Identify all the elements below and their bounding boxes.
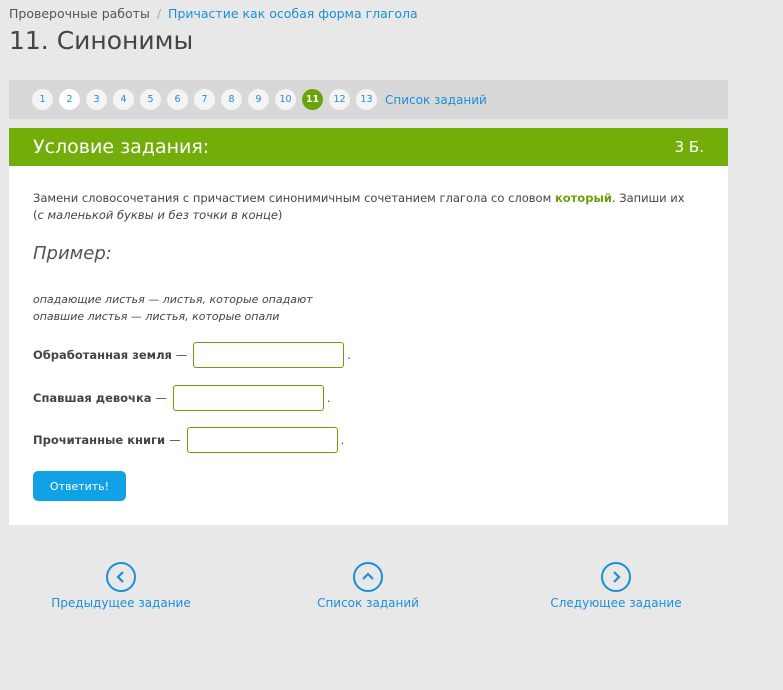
task-pager: 1 2 3 4 5 6 7 8 9 10 11 12 13 Список зад… bbox=[32, 89, 487, 110]
page-3-button[interactable]: 3 bbox=[86, 89, 107, 110]
answer-dash: — bbox=[175, 348, 188, 362]
answer-input-3[interactable] bbox=[186, 427, 338, 453]
page-8-button[interactable]: 8 bbox=[221, 89, 242, 110]
page-title: 11. Синонимы bbox=[9, 26, 194, 55]
example-heading: Пример: bbox=[33, 243, 112, 264]
answer-row: Спавшая девочка — . bbox=[33, 385, 331, 411]
task-card-header: Условие задания: 3 Б. bbox=[9, 128, 728, 166]
next-task-label[interactable]: Следующее задание bbox=[548, 596, 684, 610]
task-text-3: ) bbox=[277, 208, 283, 222]
next-task-nav[interactable]: Следующее задание bbox=[548, 562, 684, 610]
answer-dash: — bbox=[169, 433, 181, 447]
answer-end: . bbox=[340, 433, 345, 447]
answer-dash: — bbox=[155, 391, 168, 405]
answer-label: Прочитанные книги bbox=[33, 433, 166, 447]
page-11-button-active[interactable]: 11 bbox=[302, 89, 323, 110]
task-italic-note: с маленькой буквы и без точки в конце bbox=[37, 208, 278, 222]
page-6-button[interactable]: 6 bbox=[167, 89, 188, 110]
example-line: опадающие листья — листья, которые опада… bbox=[33, 293, 313, 306]
example-block: опадающие листья — листья, которые опада… bbox=[33, 291, 313, 325]
all-tasks-link[interactable]: Список заданий bbox=[385, 93, 487, 107]
breadcrumb-current[interactable]: Причастие как особая форма глагола bbox=[168, 6, 418, 21]
task-text-1: Замени словосочетания с причастием синон… bbox=[33, 191, 555, 205]
answer-label: Обработанная земля bbox=[33, 348, 172, 362]
page-9-button[interactable]: 9 bbox=[248, 89, 269, 110]
page-13-button[interactable]: 13 bbox=[356, 89, 377, 110]
page-5-button[interactable]: 5 bbox=[140, 89, 161, 110]
breadcrumb-separator: / bbox=[156, 6, 162, 21]
task-pager-bar: 1 2 3 4 5 6 7 8 9 10 11 12 13 Список зад… bbox=[9, 80, 728, 119]
breadcrumb-root[interactable]: Проверочные работы bbox=[9, 6, 150, 21]
task-points: 3 Б. bbox=[674, 138, 704, 156]
task-list-label[interactable]: Список заданий bbox=[313, 596, 423, 610]
page-4-button[interactable]: 4 bbox=[113, 89, 134, 110]
task-statement: Замени словосочетания с причастием синон… bbox=[33, 190, 693, 224]
prev-task-nav[interactable]: Предыдущее задание bbox=[48, 562, 194, 610]
page-1-button[interactable]: 1 bbox=[32, 89, 53, 110]
answer-end: . bbox=[327, 391, 331, 405]
task-keyword: который bbox=[554, 191, 612, 205]
chevron-left-icon[interactable] bbox=[106, 562, 136, 592]
answer-row: Прочитанные книги — . bbox=[33, 427, 344, 453]
task-card: Условие задания: 3 Б. Замени словосочета… bbox=[9, 128, 728, 525]
task-list-nav[interactable]: Список заданий bbox=[313, 562, 423, 610]
answer-row: Обработанная земля — . bbox=[33, 342, 351, 368]
prev-task-label[interactable]: Предыдущее задание bbox=[48, 596, 194, 610]
answer-end: . bbox=[347, 348, 352, 362]
answer-input-2[interactable] bbox=[173, 385, 325, 411]
answer-input-1[interactable] bbox=[193, 342, 345, 368]
submit-answer-button[interactable]: Ответить! bbox=[33, 471, 126, 501]
chevron-right-icon[interactable] bbox=[601, 562, 631, 592]
page-12-button[interactable]: 12 bbox=[329, 89, 350, 110]
task-heading: Условие задания: bbox=[33, 136, 210, 158]
example-line: опавшие листья — листья, которые опали bbox=[33, 310, 280, 323]
page-2-button[interactable]: 2 bbox=[59, 89, 80, 110]
page-10-button[interactable]: 10 bbox=[275, 89, 296, 110]
chevron-up-icon[interactable] bbox=[353, 562, 383, 592]
page-7-button[interactable]: 7 bbox=[194, 89, 215, 110]
answer-label: Спавшая девочка bbox=[33, 391, 152, 405]
breadcrumb: Проверочные работы / Причастие как особая … bbox=[9, 6, 418, 21]
